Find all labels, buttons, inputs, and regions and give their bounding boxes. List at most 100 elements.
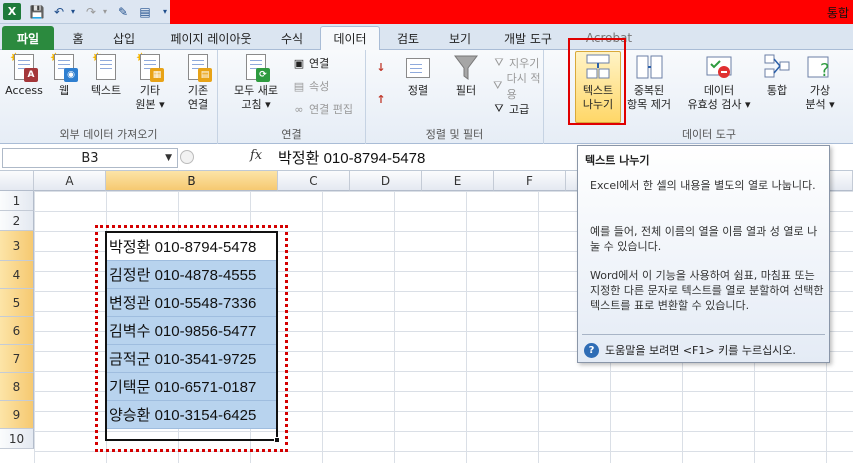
consolidate-icon	[763, 52, 791, 82]
tooltip-paragraph: Excel에서 한 셀의 내용을 별도의 열로 나눕니다.	[590, 179, 816, 192]
access-label: Access	[5, 84, 43, 97]
insert-function-icon[interactable]: fx	[250, 148, 262, 163]
tab-view[interactable]: 보기	[438, 26, 482, 50]
web-icon: ✸◉	[50, 52, 78, 82]
access-icon: ✸A	[10, 52, 38, 82]
name-box[interactable]: B3 ▼	[2, 148, 178, 168]
sort-ascending-icon: ↓	[376, 60, 386, 74]
reapply-icon: ⛛	[493, 79, 503, 92]
title-bar: 통합	[170, 0, 853, 24]
group-connections: ⟳ 모두 새로 고침 ▾ ▣ 연결 ▤ 속성 ∞ 연결 편집 연결	[218, 50, 366, 144]
tab-formulas[interactable]: 수식	[272, 26, 312, 50]
row-header[interactable]: 2	[0, 211, 34, 231]
remove-duplicates-label-2: 항목 제거	[627, 98, 671, 111]
refresh-label-1: 모두 새로	[234, 84, 278, 97]
data-validation-label-2: 유효성 검사 ▾	[687, 98, 751, 111]
group-label-external: 외부 데이터 가져오기	[59, 128, 158, 141]
web-button[interactable]: ✸◉ 웹	[48, 52, 80, 98]
sort-asc-button[interactable]: ↓	[374, 58, 388, 76]
text-import-label: 텍스트	[90, 84, 122, 97]
sort-label: 정렬	[407, 84, 429, 97]
format-painter-icon[interactable]: ✎	[114, 3, 132, 20]
data-validation-icon	[705, 52, 733, 82]
column-header[interactable]: E	[422, 171, 494, 191]
red-dotted-callout	[95, 225, 288, 452]
consolidate-button[interactable]: 통합	[760, 52, 794, 98]
other-sources-icon: ✸▦	[136, 52, 164, 82]
edit-links-label: 연결 편집	[309, 103, 353, 116]
row-header[interactable]: 3	[0, 231, 34, 261]
row-header[interactable]: 6	[0, 317, 34, 345]
tab-data[interactable]: 데이터	[320, 26, 380, 50]
column-header[interactable]: F	[494, 171, 566, 191]
tab-home[interactable]: 홈	[62, 26, 94, 50]
row-header[interactable]: 1	[0, 191, 34, 211]
row-header[interactable]: 10	[0, 429, 34, 449]
form-icon[interactable]: ▤	[136, 3, 154, 20]
refresh-label-2: 고침 ▾	[241, 98, 271, 111]
tab-file[interactable]: 파일	[2, 26, 54, 50]
existing-connections-icon: ▤	[184, 52, 212, 82]
row-header[interactable]: 9	[0, 401, 34, 429]
what-if-analysis-icon: ?	[806, 52, 834, 82]
column-header[interactable]: C	[278, 171, 350, 191]
data-validation-button[interactable]: 데이터 유효성 검사 ▾	[678, 52, 760, 112]
row-header[interactable]: 7	[0, 345, 34, 373]
sort-descending-icon: ↑	[376, 92, 386, 106]
sort-desc-button[interactable]: ↑	[374, 90, 388, 108]
connections-label: 연결	[309, 57, 330, 70]
connections-button[interactable]: ▣ 연결	[292, 54, 329, 72]
what-if-label-1: 가상	[809, 84, 831, 97]
what-if-analysis-button[interactable]: ? 가상 분석 ▾	[798, 52, 842, 112]
name-box-dropdown-icon[interactable]: ▼	[165, 153, 172, 163]
excel-window: X 💾 ↶ ▾ ↷ ▾ ✎ ▤ ▾ 통합 파일 홈 삽입 페이지 레이아웃 수식…	[0, 0, 853, 463]
edit-links-button[interactable]: ∞ 연결 편집	[292, 100, 353, 118]
remove-duplicates-button[interactable]: 중복된 항목 제거	[624, 52, 674, 112]
advanced-filter-button[interactable]: ⛛ 고급	[492, 100, 529, 118]
tooltip-help: ? 도움말을 보려면 <F1> 키를 누르십시오.	[584, 342, 796, 358]
group-label-data-tools: 데이터 도구	[681, 128, 737, 141]
tab-review[interactable]: 검토	[386, 26, 430, 50]
row-header[interactable]: 5	[0, 289, 34, 317]
clear-filter-icon: ⛛	[494, 56, 504, 69]
save-icon[interactable]: 💾	[28, 3, 46, 20]
select-all-corner[interactable]	[0, 171, 34, 191]
reapply-button[interactable]: ⛛ 다시 적용	[492, 72, 543, 101]
properties-button[interactable]: ▤ 속성	[292, 77, 329, 95]
other-sources-button[interactable]: ✸▦ 기타 원본 ▾	[130, 52, 170, 112]
tooltip-paragraph: Word에서 이 기능을 사용하여 쉼표, 마침표 또는 지정한 다른 문자로 …	[590, 269, 824, 312]
filter-button[interactable]: 필터	[448, 52, 484, 98]
access-button[interactable]: ✸A Access	[4, 52, 44, 98]
undo-dropdown-icon[interactable]: ▾	[64, 3, 82, 20]
consolidate-label: 통합	[766, 84, 788, 97]
formula-value[interactable]: 박정환 010-8794-5478	[278, 147, 425, 168]
text-to-columns-red-callout	[568, 38, 626, 125]
sort-icon	[404, 52, 432, 82]
web-label: 웹	[58, 84, 70, 97]
quick-access-toolbar: X 💾 ↶ ▾ ↷ ▾ ✎ ▤ ▾ 통합	[0, 0, 853, 24]
tab-developer[interactable]: 개발 도구	[490, 26, 566, 50]
refresh-all-button[interactable]: ⟳ 모두 새로 고침 ▾	[228, 52, 284, 112]
edit-links-icon: ∞	[294, 102, 304, 116]
excel-logo-icon[interactable]: X	[3, 3, 21, 20]
existing-connections-button[interactable]: ▤ 기존 연결	[178, 52, 218, 112]
column-header[interactable]: B	[106, 171, 278, 191]
formula-bar-resize-icon[interactable]	[180, 150, 194, 164]
filter-icon	[452, 52, 480, 82]
group-external-data: ✸A Access ✸◉ 웹 ✸ 텍스트 ✸▦ 기타 원본 ▾ ▤ 기존 연결 …	[0, 50, 218, 144]
column-header[interactable]: A	[34, 171, 106, 191]
ribbon-tabs: 파일 홈 삽입 페이지 레이아웃 수식 데이터 검토 보기 개발 도구 Acro…	[0, 24, 853, 50]
text-to-columns-tooltip: 텍스트 나누기 Excel에서 한 셀의 내용을 별도의 열로 나눕니다. 예를…	[577, 145, 830, 363]
sort-button[interactable]: 정렬	[400, 52, 436, 98]
existing-connections-label-2: 연결	[187, 98, 209, 111]
refresh-icon: ⟳	[242, 52, 270, 82]
row-header[interactable]: 8	[0, 373, 34, 401]
redo-dropdown-icon[interactable]: ▾	[96, 3, 114, 20]
advanced-filter-icon: ⛛	[494, 102, 504, 115]
tab-page-layout[interactable]: 페이지 레이아웃	[154, 26, 268, 50]
tab-insert[interactable]: 삽입	[102, 26, 146, 50]
column-header[interactable]: D	[350, 171, 422, 191]
row-header[interactable]: 4	[0, 261, 34, 289]
text-import-button[interactable]: ✸ 텍스트	[86, 52, 126, 98]
other-sources-label-1: 기타	[139, 84, 161, 97]
